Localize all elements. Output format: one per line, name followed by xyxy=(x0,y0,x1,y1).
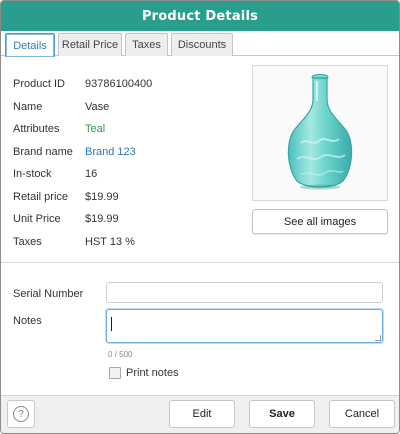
retail-price-value: $19.99 xyxy=(85,190,119,203)
tab-retail-price[interactable]: Retail Price xyxy=(58,33,122,56)
save-button[interactable]: Save xyxy=(249,400,315,428)
brand-name-label: Brand name xyxy=(13,145,73,158)
serial-number-input[interactable] xyxy=(106,282,383,303)
tab-details[interactable]: Details xyxy=(5,33,55,57)
detail-row-product-id: Product ID 93786100400 xyxy=(13,73,243,96)
details-list: Product ID 93786100400 Name Vase Attribu… xyxy=(13,73,243,253)
product-id-label: Product ID xyxy=(13,78,65,91)
detail-row-in-stock: In-stock 16 xyxy=(13,163,243,186)
detail-row-brand: Brand name Brand 123 xyxy=(13,141,243,164)
retail-price-label: Retail price xyxy=(13,190,69,203)
product-id-value: 93786100400 xyxy=(85,78,153,91)
in-stock-label: In-stock xyxy=(13,168,52,181)
print-notes-option[interactable]: Print notes xyxy=(109,367,179,379)
question-circle-icon: ? xyxy=(13,406,29,422)
attributes-label: Attributes xyxy=(13,123,60,136)
resize-handle[interactable] xyxy=(375,335,381,341)
detail-row-attributes: Attributes Teal xyxy=(13,118,243,141)
detail-row-taxes: Taxes HST 13 % xyxy=(13,231,243,254)
serial-number-label: Serial Number xyxy=(13,288,84,300)
detail-row-retail-price: Retail price $19.99 xyxy=(13,186,243,209)
tab-bar: Details Retail Price Taxes Discounts xyxy=(1,33,399,57)
help-button[interactable]: ? xyxy=(7,400,35,428)
brand-name-link[interactable]: Brand 123 xyxy=(85,146,136,158)
notes-label: Notes xyxy=(13,315,42,327)
tab-discounts[interactable]: Discounts xyxy=(171,33,233,56)
edit-button[interactable]: Edit xyxy=(169,400,235,428)
print-notes-label: Print notes xyxy=(126,367,179,379)
dialog-title: Product Details xyxy=(141,8,259,24)
tab-taxes[interactable]: Taxes xyxy=(125,33,168,56)
detail-row-unit-price: Unit Price $19.99 xyxy=(13,208,243,231)
product-image[interactable] xyxy=(252,65,388,201)
see-all-images-button[interactable]: See all images xyxy=(252,209,388,234)
notes-character-counter: 0 / 500 xyxy=(108,350,133,359)
vase-image xyxy=(287,74,353,190)
cancel-button[interactable]: Cancel xyxy=(329,400,395,428)
text-cursor xyxy=(111,317,112,331)
unit-price-label: Unit Price xyxy=(13,213,61,226)
section-divider xyxy=(1,262,399,263)
name-label: Name xyxy=(13,100,43,113)
print-notes-checkbox[interactable] xyxy=(109,367,121,379)
taxes-label: Taxes xyxy=(13,235,42,248)
taxes-value: HST 13 % xyxy=(85,235,135,248)
notes-textarea[interactable] xyxy=(106,309,383,343)
name-value: Vase xyxy=(85,100,110,113)
in-stock-value: 16 xyxy=(85,168,98,181)
detail-row-name: Name Vase xyxy=(13,96,243,119)
unit-price-value: $19.99 xyxy=(85,213,119,226)
dialog-footer: ? Edit Save Cancel xyxy=(1,395,399,433)
product-details-dialog: Product Details Details Retail Price Tax… xyxy=(0,0,400,434)
attributes-value: Teal xyxy=(85,123,106,136)
title-bar: Product Details xyxy=(1,1,399,31)
